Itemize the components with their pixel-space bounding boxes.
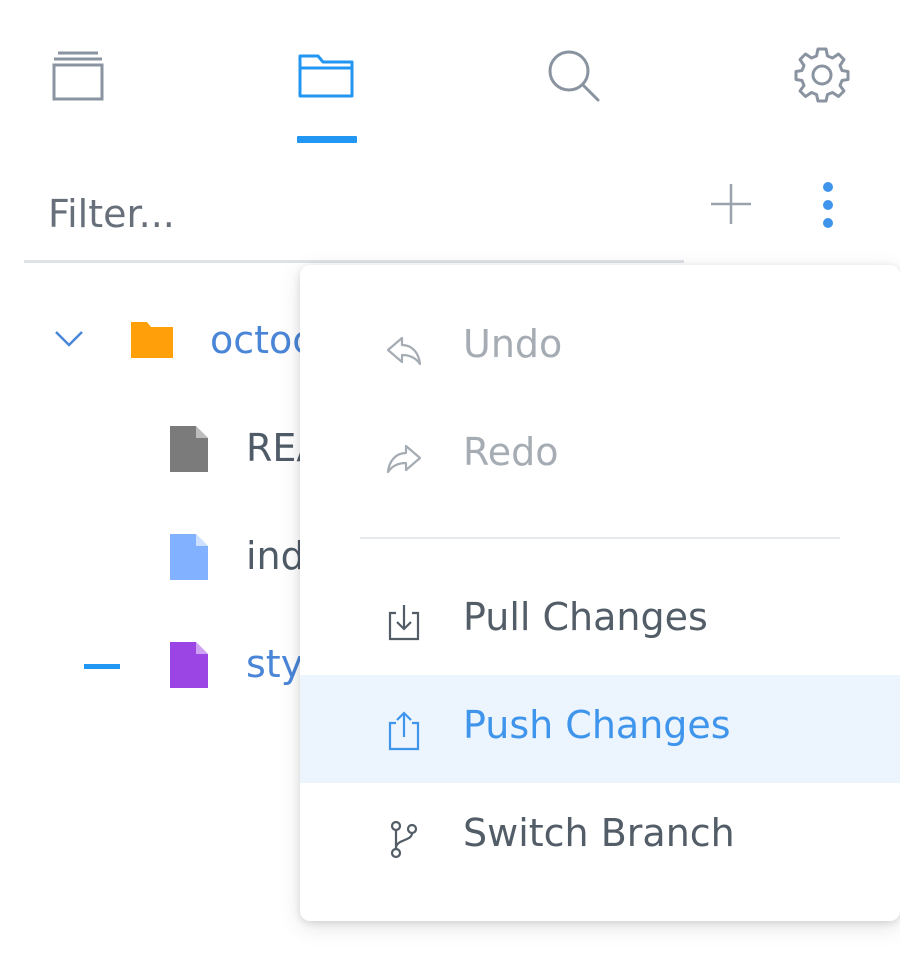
menu-label: Undo <box>463 322 563 366</box>
file-icon <box>170 534 208 580</box>
file-label: ind <box>246 534 305 578</box>
tree-file-row[interactable]: REA <box>0 420 322 480</box>
tree-file-row-active[interactable]: sty <box>0 636 304 696</box>
menu-item-redo[interactable]: Redo <box>300 402 900 510</box>
tree-file-row[interactable]: ind <box>0 528 305 588</box>
file-label: sty <box>246 642 304 686</box>
folder-label: octoc <box>210 318 314 362</box>
context-menu: Undo Redo Pull Changes Push Changes Swit… <box>300 265 900 921</box>
modified-indicator <box>84 664 120 669</box>
folder-icon <box>131 322 173 358</box>
menu-label: Switch Branch <box>463 811 735 855</box>
upload-icon <box>388 711 420 751</box>
stack-icon <box>52 51 104 101</box>
filter-underline <box>24 260 684 263</box>
app-screen: octoc REA ind sty Undo <box>0 0 900 975</box>
gear-icon <box>794 47 850 103</box>
download-icon <box>388 605 420 641</box>
plus-icon <box>711 184 751 224</box>
menu-item-switch-branch[interactable]: Switch Branch <box>300 783 900 891</box>
chevron-down-icon <box>55 331 83 347</box>
menu-label: Redo <box>463 430 559 474</box>
menu-item-undo[interactable]: Undo <box>300 294 900 402</box>
tab-search[interactable] <box>538 40 608 110</box>
tree-folder-row[interactable]: octoc <box>0 312 313 372</box>
file-icon <box>170 426 208 472</box>
search-icon <box>548 50 600 102</box>
kebab-icon <box>823 182 833 228</box>
menu-label: Pull Changes <box>463 595 708 639</box>
filter-input[interactable] <box>48 185 668 243</box>
tab-settings[interactable] <box>787 40 857 110</box>
folder-icon <box>298 54 354 98</box>
menu-item-push-changes[interactable]: Push Changes <box>300 675 900 783</box>
add-button[interactable] <box>705 178 757 230</box>
file-icon <box>170 642 208 688</box>
active-tab-indicator <box>297 136 357 143</box>
branch-icon <box>390 820 418 859</box>
undo-icon <box>386 336 422 366</box>
tab-projects[interactable] <box>43 40 113 110</box>
menu-divider <box>360 537 840 539</box>
more-menu-button[interactable] <box>808 178 848 232</box>
menu-item-pull-changes[interactable]: Pull Changes <box>300 567 900 675</box>
redo-icon <box>386 444 422 474</box>
tab-files[interactable] <box>291 40 361 110</box>
menu-label: Push Changes <box>463 703 731 747</box>
